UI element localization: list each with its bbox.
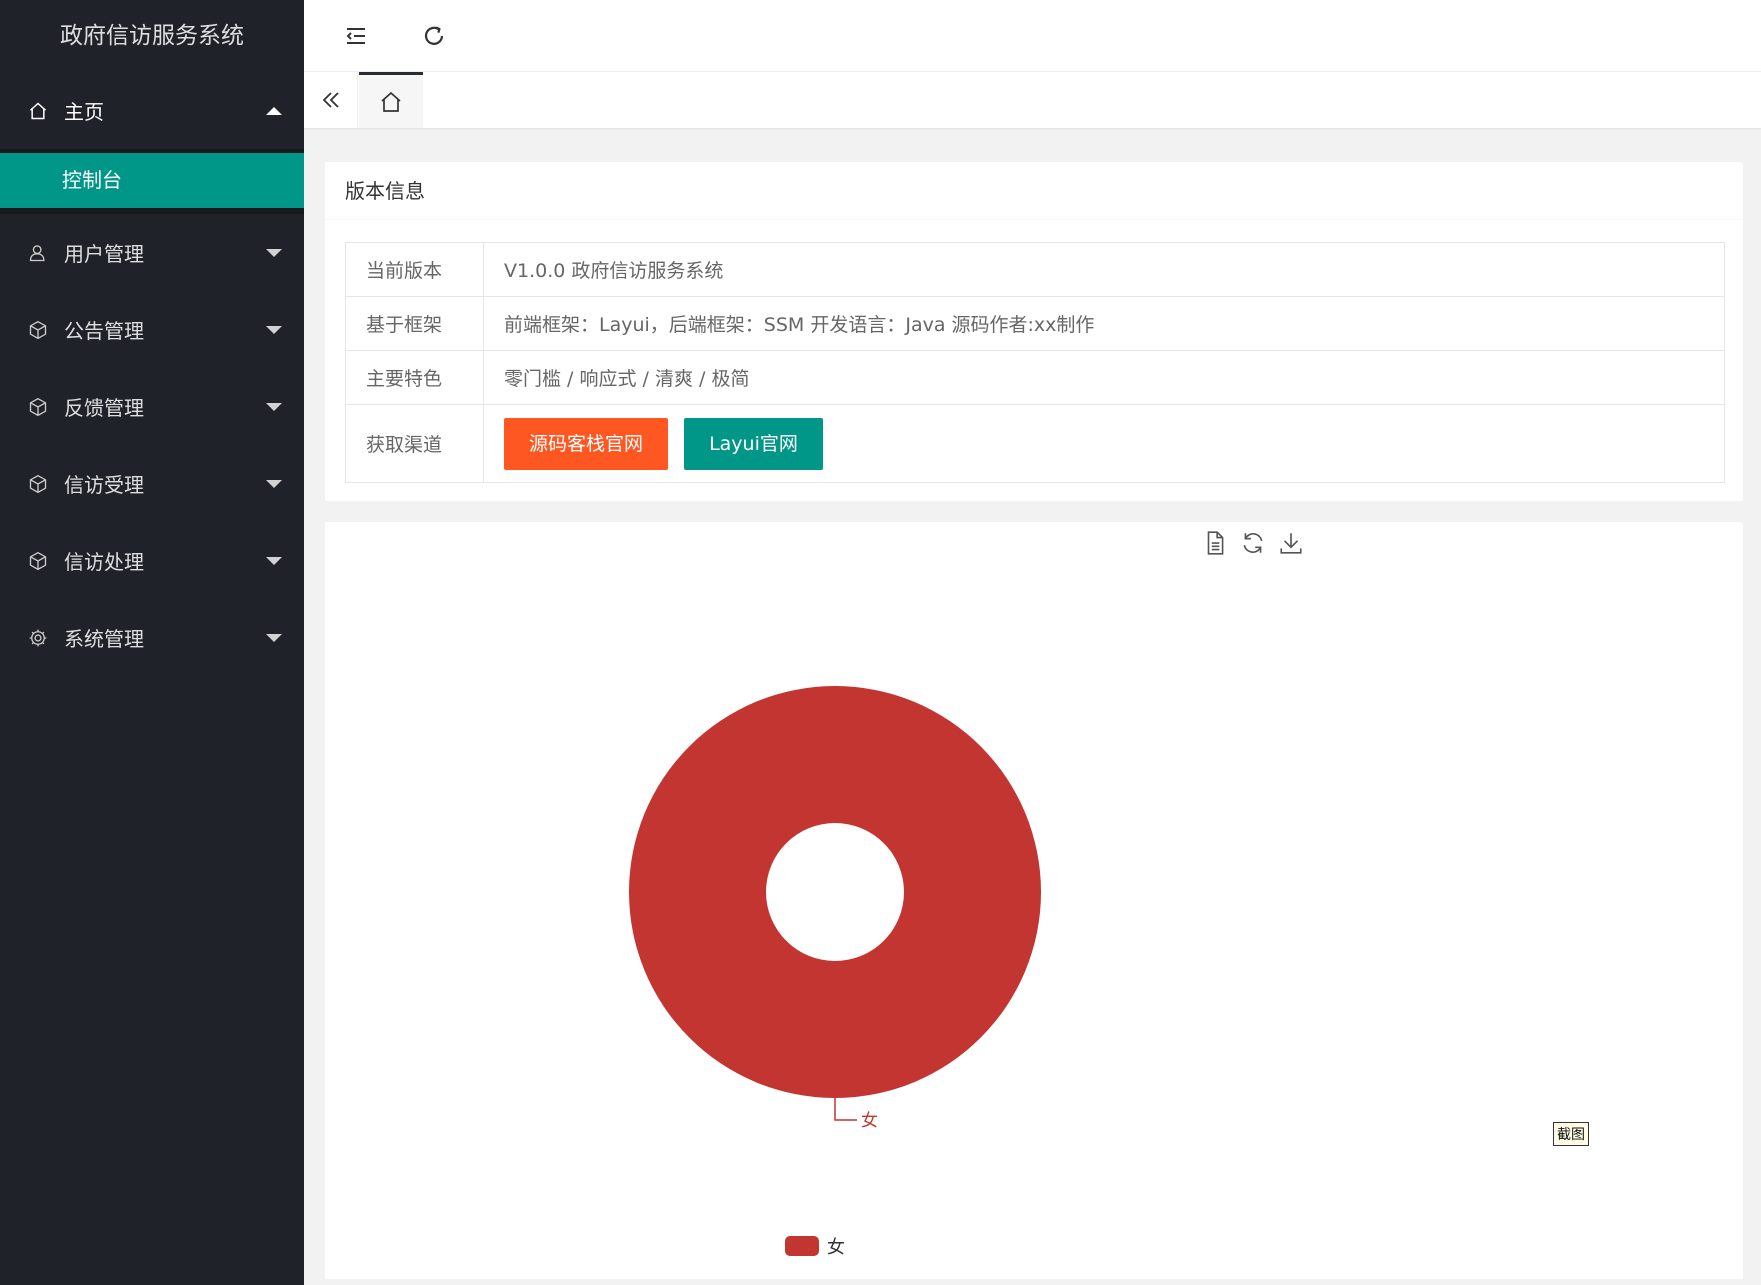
chevron-down-icon (266, 633, 282, 642)
table-key: 当前版本 (345, 242, 484, 297)
sidebar-item-system-management[interactable]: 系统管理 (0, 599, 304, 676)
table-row: 主要特色 零门槛 / 响应式 / 清爽 / 极简 (345, 350, 1725, 405)
chart-toolbox (1202, 530, 1306, 558)
pie-slice[interactable] (629, 686, 1041, 1098)
top-header (304, 0, 1761, 72)
table-row: 当前版本 V1.0.0 政府信访服务系统 (345, 242, 1725, 297)
table-value: 源码客栈官网 Layui官网 (483, 404, 1725, 483)
table-row: 获取渠道 源码客栈官网 Layui官网 (345, 404, 1725, 483)
table-value: 零门槛 / 响应式 / 清爽 / 极简 (483, 350, 1725, 405)
table-key: 主要特色 (345, 350, 484, 405)
cube-icon (28, 474, 48, 494)
sidebar-item-label: 反馈管理 (64, 396, 144, 420)
chart-card: 女女 截图 (325, 522, 1743, 1279)
table-value: 前端框架：Layui，后端框架：SSM 开发语言：Java 源码作者:xx制作 (483, 296, 1725, 351)
sidebar-item-label: 主页 (64, 100, 104, 124)
page-tabs (304, 72, 1761, 128)
sidebar-item-label: 用户管理 (64, 242, 144, 266)
sidebar-item-label: 公告管理 (64, 319, 144, 343)
sidebar-item-home[interactable]: 主页 (0, 72, 304, 149)
pie-label: 女 (861, 1111, 878, 1131)
refresh-icon[interactable] (416, 18, 452, 54)
user-icon (28, 243, 48, 263)
version-info-card: 版本信息 当前版本 V1.0.0 政府信访服务系统 基于框架 前端框架：Layu… (325, 162, 1743, 501)
table-key: 基于框架 (345, 296, 484, 351)
sidebar-item-label: 系统管理 (64, 627, 144, 651)
home-icon (381, 91, 401, 112)
cube-icon (28, 551, 48, 571)
pie-chart: 女女 (629, 686, 1041, 1258)
sidebar-item-user-management[interactable]: 用户管理 (0, 214, 304, 291)
chevron-down-icon (266, 479, 282, 488)
sidebar-item-label: 信访受理 (64, 473, 144, 497)
legend-label[interactable]: 女 (827, 1237, 845, 1258)
chevron-down-icon (266, 556, 282, 565)
version-info-table: 当前版本 V1.0.0 政府信访服务系统 基于框架 前端框架：Layui，后端框… (345, 242, 1725, 483)
table-key: 获取渠道 (345, 404, 484, 483)
chevron-down-icon (266, 402, 282, 411)
source-site-button[interactable]: 源码客栈官网 (504, 417, 669, 470)
download-icon[interactable] (1278, 530, 1306, 558)
chevron-up-icon (266, 106, 282, 115)
card-title: 版本信息 (325, 162, 1743, 220)
chevron-down-icon (266, 248, 282, 257)
layui-site-button[interactable]: Layui官网 (684, 417, 823, 470)
tab-home[interactable] (359, 72, 423, 128)
table-value: V1.0.0 政府信访服务系统 (483, 242, 1725, 297)
screenshot-tooltip: 截图 (1553, 1122, 1589, 1146)
restore-icon[interactable] (1240, 530, 1268, 558)
sidebar-item-feedback-management[interactable]: 反馈管理 (0, 368, 304, 445)
home-icon (28, 101, 48, 121)
cube-icon (28, 397, 48, 417)
app-logo-title: 政府信访服务系统 (60, 23, 244, 49)
sidebar-item-notice-management[interactable]: 公告管理 (0, 291, 304, 368)
sidebar-item-label: 信访处理 (64, 550, 144, 574)
cube-icon (28, 320, 48, 340)
gear-icon (28, 628, 48, 648)
sidebar-item-petition-handle[interactable]: 信访处理 (0, 522, 304, 599)
pie-label-line (834, 1098, 857, 1121)
sidebar: 政府信访服务系统 主页 控制台 用户管理 公告管理 反馈管理 信访受理 信访处理… (0, 0, 304, 1285)
data-view-icon[interactable] (1202, 530, 1230, 558)
sidebar-item-petition-accept[interactable]: 信访受理 (0, 445, 304, 522)
table-row: 基于框架 前端框架：Layui，后端框架：SSM 开发语言：Java 源码作者:… (345, 296, 1725, 351)
sidebar-item-console[interactable]: 控制台 (0, 153, 304, 208)
tabs-scroll-left-icon[interactable] (304, 72, 358, 128)
chevron-down-icon (266, 325, 282, 334)
legend-swatch[interactable] (785, 1236, 819, 1256)
menu-collapse-icon[interactable] (338, 18, 374, 54)
submenu-home: 控制台 (0, 149, 304, 214)
